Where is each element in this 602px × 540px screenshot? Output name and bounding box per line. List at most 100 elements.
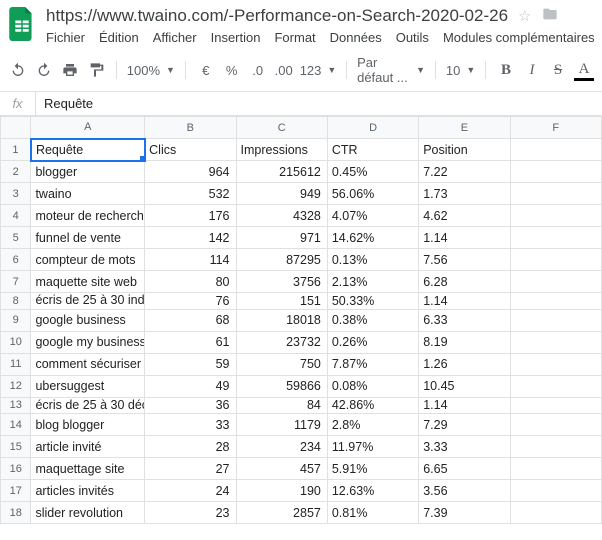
row-header[interactable]: 3 — [1, 183, 31, 205]
menu-file[interactable]: Fichier — [46, 30, 85, 45]
bold-button[interactable]: B — [496, 59, 516, 81]
cell[interactable]: 8.19 — [419, 331, 510, 353]
cell[interactable]: 1.26 — [419, 353, 510, 375]
cell[interactable] — [510, 502, 601, 524]
strike-button[interactable]: S — [548, 59, 568, 81]
cell[interactable]: 7.39 — [419, 502, 510, 524]
cell[interactable] — [510, 414, 601, 436]
format-percent[interactable]: % — [222, 59, 242, 81]
cell[interactable]: 4328 — [236, 205, 327, 227]
cell[interactable]: 5.91% — [327, 458, 418, 480]
cell[interactable] — [510, 309, 601, 331]
cell[interactable]: 27 — [145, 458, 236, 480]
cell[interactable]: 971 — [236, 227, 327, 249]
cell[interactable]: maquettage site — [31, 458, 145, 480]
row-header[interactable]: 9 — [1, 309, 31, 331]
col-header-a[interactable]: A — [31, 117, 145, 139]
row-header[interactable]: 6 — [1, 249, 31, 271]
cell[interactable]: 56.06% — [327, 183, 418, 205]
select-all-corner[interactable] — [1, 117, 31, 139]
cell[interactable] — [510, 397, 601, 414]
cell[interactable]: 4.07% — [327, 205, 418, 227]
cell[interactable]: google business — [31, 309, 145, 331]
cell[interactable] — [510, 249, 601, 271]
cell[interactable]: 80 — [145, 271, 236, 293]
cell[interactable]: 6.33 — [419, 309, 510, 331]
cell[interactable]: Clics — [145, 139, 236, 161]
cell[interactable]: 176 — [145, 205, 236, 227]
cell[interactable]: 3.33 — [419, 436, 510, 458]
cell[interactable]: comment sécuriser — [31, 353, 145, 375]
cell[interactable]: 142 — [145, 227, 236, 249]
cell[interactable]: 3756 — [236, 271, 327, 293]
cell[interactable]: 87295 — [236, 249, 327, 271]
cell[interactable]: 532 — [145, 183, 236, 205]
cell[interactable]: 457 — [236, 458, 327, 480]
cell[interactable] — [510, 480, 601, 502]
cell[interactable]: slider revolution — [31, 502, 145, 524]
row-header[interactable]: 14 — [1, 414, 31, 436]
font-size-dropdown[interactable]: 10▼ — [446, 63, 475, 78]
cell[interactable] — [510, 458, 601, 480]
cell[interactable]: funnel de vente — [31, 227, 145, 249]
italic-button[interactable]: I — [522, 59, 542, 81]
menu-tools[interactable]: Outils — [396, 30, 429, 45]
cell[interactable]: 59 — [145, 353, 236, 375]
cell[interactable]: 215612 — [236, 161, 327, 183]
cell[interactable]: twaino — [31, 183, 145, 205]
cell[interactable]: 59866 — [236, 375, 327, 397]
doc-title[interactable]: https://www.twaino.com/-Performance-on-S… — [46, 6, 508, 26]
row-header[interactable]: 2 — [1, 161, 31, 183]
cell[interactable]: moteur de recherche — [31, 205, 145, 227]
star-icon[interactable]: ☆ — [518, 7, 531, 25]
folder-icon[interactable] — [542, 6, 558, 26]
decrease-decimal[interactable]: .0 — [248, 59, 268, 81]
cell[interactable]: 23732 — [236, 331, 327, 353]
cell[interactable]: 750 — [236, 353, 327, 375]
cell[interactable]: 33 — [145, 414, 236, 436]
cell[interactable]: article invité — [31, 436, 145, 458]
menu-addons[interactable]: Modules complémentaires — [443, 30, 594, 45]
cell[interactable]: 18018 — [236, 309, 327, 331]
cell[interactable]: ubersuggest — [31, 375, 145, 397]
cell[interactable]: 949 — [236, 183, 327, 205]
cell[interactable] — [510, 227, 601, 249]
cell[interactable]: 36 — [145, 397, 236, 414]
cell[interactable]: 7.87% — [327, 353, 418, 375]
col-header-b[interactable]: B — [145, 117, 236, 139]
cell[interactable]: 61 — [145, 331, 236, 353]
row-header[interactable]: 5 — [1, 227, 31, 249]
menu-data[interactable]: Données — [330, 30, 382, 45]
row-header[interactable]: 13 — [1, 397, 31, 414]
cell[interactable] — [510, 436, 601, 458]
formula-value[interactable]: Requête — [36, 96, 93, 111]
cell[interactable]: 114 — [145, 249, 236, 271]
col-header-e[interactable]: E — [419, 117, 510, 139]
cell[interactable]: 0.81% — [327, 502, 418, 524]
cell[interactable]: 14.62% — [327, 227, 418, 249]
cell[interactable]: articles invités — [31, 480, 145, 502]
row-header[interactable]: 11 — [1, 353, 31, 375]
cell[interactable]: 42.86% — [327, 397, 418, 414]
row-header[interactable]: 18 — [1, 502, 31, 524]
cell[interactable]: CTR — [327, 139, 418, 161]
cell[interactable] — [510, 161, 601, 183]
cell[interactable] — [510, 331, 601, 353]
spreadsheet-grid[interactable]: A B C D E F 1RequêteClicsImpressionsCTRP… — [0, 116, 602, 524]
cell[interactable]: Position — [419, 139, 510, 161]
cell[interactable]: Impressions — [236, 139, 327, 161]
cell[interactable]: 6.65 — [419, 458, 510, 480]
row-header[interactable]: 1 — [1, 139, 31, 161]
cell[interactable]: 6.28 — [419, 271, 510, 293]
cell[interactable] — [510, 205, 601, 227]
cell[interactable]: 0.13% — [327, 249, 418, 271]
cell[interactable]: écris de 25 à 30 indique à un tour (dire… — [31, 293, 145, 310]
cell[interactable] — [510, 183, 601, 205]
cell[interactable]: 12.63% — [327, 480, 418, 502]
cell[interactable]: blog blogger — [31, 414, 145, 436]
fx-icon[interactable]: fx — [0, 92, 36, 115]
cell[interactable]: 10.45 — [419, 375, 510, 397]
cell[interactable]: 49 — [145, 375, 236, 397]
cell[interactable]: 2857 — [236, 502, 327, 524]
row-header[interactable]: 16 — [1, 458, 31, 480]
